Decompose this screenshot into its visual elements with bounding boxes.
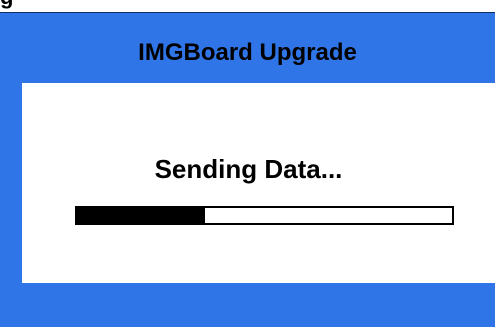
progress-fill	[77, 208, 205, 223]
window-title: IMGBoard Upgrade	[138, 39, 357, 66]
progress-bar	[75, 206, 454, 225]
upgrade-window: IMGBoard Upgrade Sending Data...	[0, 12, 495, 327]
status-panel: Sending Data...	[22, 83, 495, 283]
top-cropped-text: g	[0, 0, 13, 8]
status-text: Sending Data...	[154, 154, 343, 184]
